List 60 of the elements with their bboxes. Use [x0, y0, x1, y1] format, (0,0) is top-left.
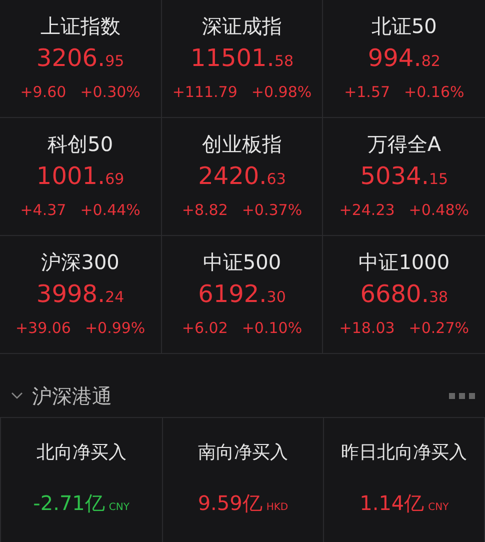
index-change: +24.23	[339, 200, 395, 221]
flow-card[interactable]: 北向净买入 -2.71亿 CNY	[0, 418, 162, 542]
index-name: 中证500	[202, 249, 282, 276]
index-name: 沪深300	[41, 249, 120, 276]
index-change: +111.79	[172, 82, 238, 103]
more-icon[interactable]	[449, 392, 475, 398]
index-price: 2420.63	[198, 161, 286, 192]
index-percent: +0.10%	[242, 318, 302, 339]
index-percent: +0.99%	[84, 318, 146, 339]
index-card[interactable]: 沪深300 3998.24 +39.06 +0.99%	[0, 236, 162, 354]
flow-label: 南向净买入	[198, 441, 288, 465]
index-card[interactable]: 上证指数 3206.95 +9.60 +0.30%	[0, 0, 162, 118]
flow-label: 昨日北向净买入	[341, 441, 468, 465]
index-price: 3998.24	[36, 279, 124, 310]
index-change: +4.37	[20, 200, 66, 221]
index-card[interactable]: 深证成指 11501.58 +111.79 +0.98%	[162, 0, 324, 118]
index-card[interactable]: 创业板指 2420.63 +8.82 +0.37%	[162, 118, 324, 236]
index-percent: +0.16%	[404, 82, 464, 103]
index-percent: +0.27%	[408, 318, 470, 339]
index-change: +6.02	[182, 318, 228, 339]
currency-label: CNY	[108, 501, 130, 515]
section-title: 沪深港通	[32, 382, 112, 410]
flow-label: 北向净买入	[36, 441, 126, 465]
index-name: 上证指数	[40, 13, 120, 40]
index-price: 1001.69	[36, 161, 124, 192]
index-change: +18.03	[339, 318, 395, 339]
index-card[interactable]: 中证1000 6680.38 +18.03 +0.27%	[323, 236, 485, 354]
index-percent: +0.30%	[80, 82, 140, 103]
index-change: +39.06	[15, 318, 71, 339]
index-name: 深证成指	[202, 13, 282, 40]
flow-card[interactable]: 南向净买入 9.59亿 HKD	[162, 418, 324, 542]
index-card[interactable]: 中证500 6192.30 +6.02 +0.10%	[162, 236, 324, 354]
index-price: 6680.38	[360, 279, 448, 310]
section-header[interactable]: 沪深港通	[0, 374, 485, 418]
index-name: 万得全A	[367, 131, 441, 158]
index-price: 6192.30	[198, 279, 286, 310]
index-price: 3206.95	[36, 43, 124, 74]
index-change: +9.60	[20, 82, 66, 103]
index-name: 中证1000	[358, 249, 450, 276]
index-percent: +0.37%	[242, 200, 302, 221]
currency-label: HKD	[266, 501, 288, 515]
index-name: 北证50	[371, 13, 437, 40]
index-change: +1.57	[344, 82, 390, 103]
index-card[interactable]: 科创50 1001.69 +4.37 +0.44%	[0, 118, 162, 236]
currency-label: CNY	[428, 501, 449, 515]
index-card[interactable]: 北证50 994.82 +1.57 +0.16%	[323, 0, 485, 118]
flow-card[interactable]: 昨日北向净买入 1.14亿 CNY	[323, 418, 485, 542]
index-name: 科创50	[48, 131, 114, 158]
index-card[interactable]: 万得全A 5034.15 +24.23 +0.48%	[323, 118, 485, 236]
flow-value: -2.71亿	[33, 490, 105, 516]
index-percent: +0.98%	[251, 82, 312, 103]
index-price: 5034.15	[360, 161, 448, 192]
index-price: 11501.58	[190, 43, 294, 74]
index-price: 994.82	[368, 43, 440, 74]
index-percent: +0.44%	[80, 200, 140, 221]
index-change: +8.82	[182, 200, 228, 221]
index-percent: +0.48%	[408, 200, 470, 221]
flow-value: 9.59亿	[198, 490, 262, 516]
index-name: 创业板指	[202, 131, 282, 158]
flow-value: 1.14亿	[360, 490, 424, 516]
